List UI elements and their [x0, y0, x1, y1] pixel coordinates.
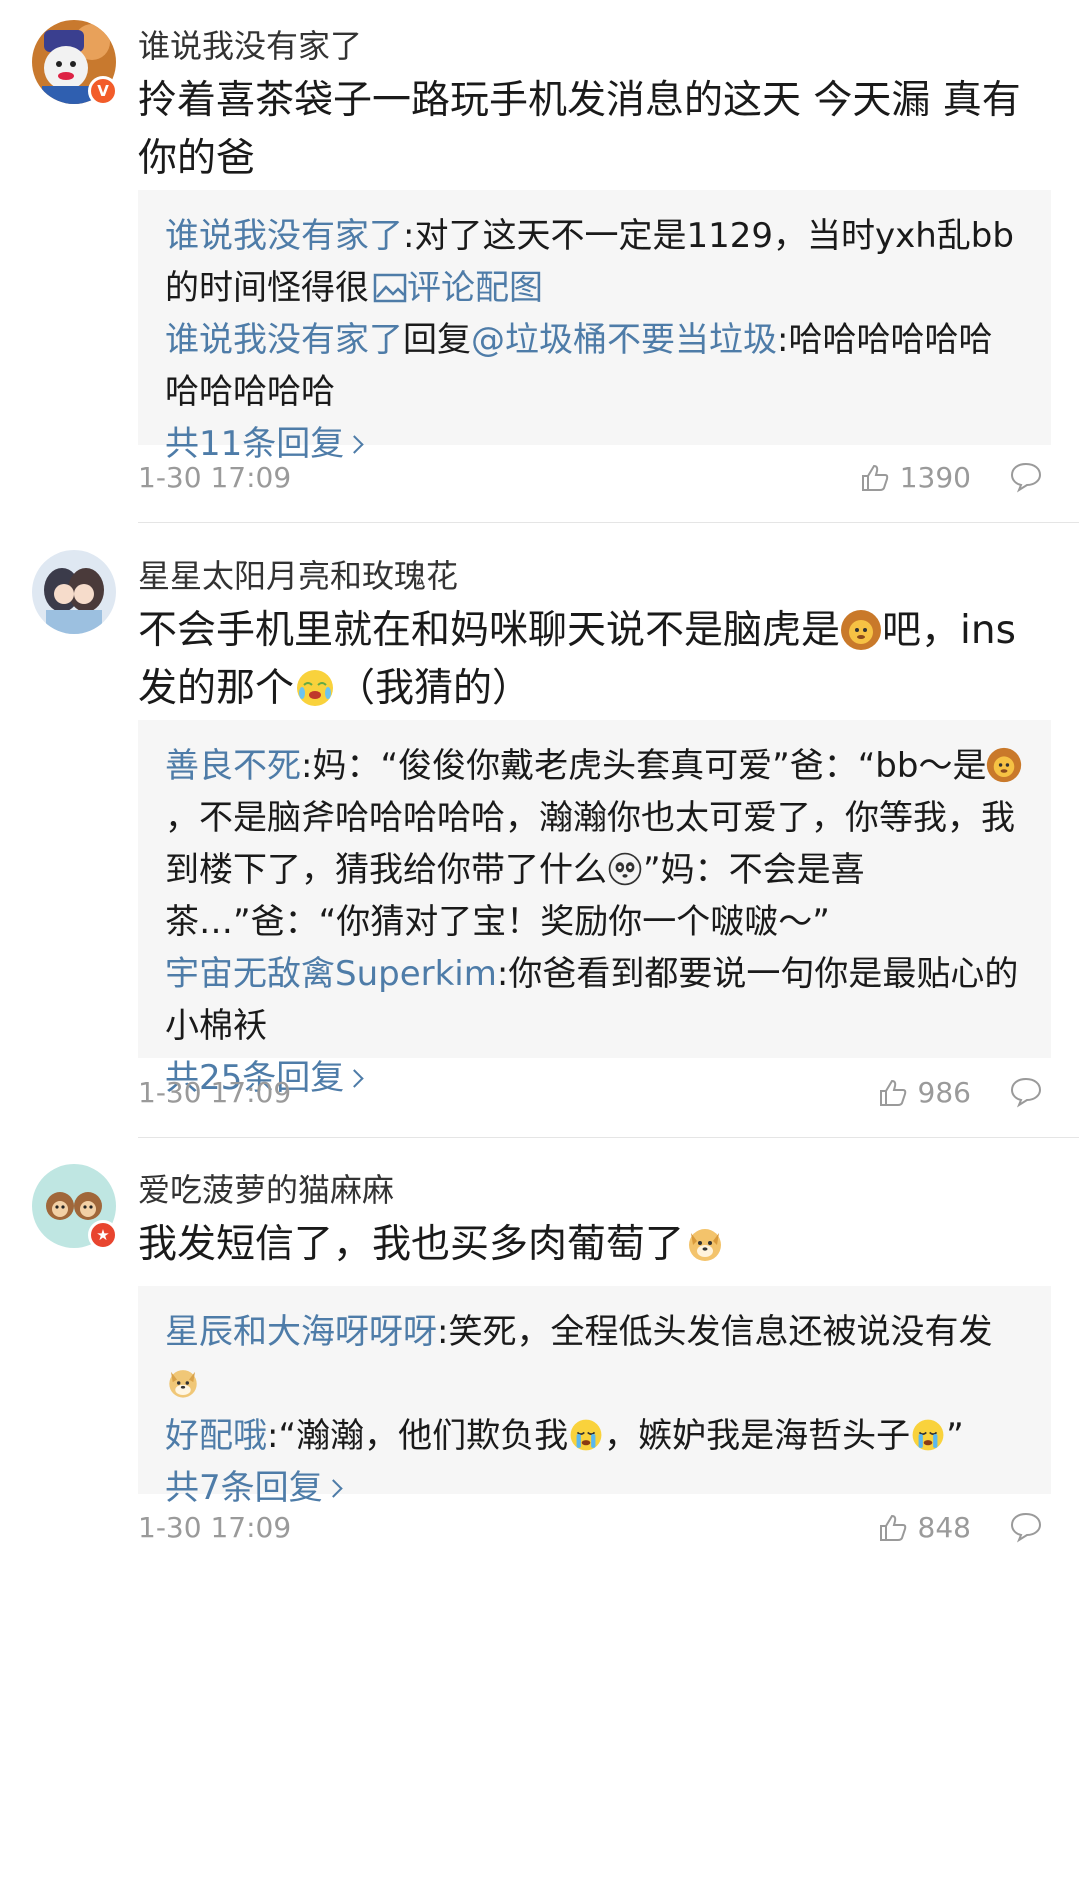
timestamp: 1-30 17:09	[138, 1076, 292, 1109]
like-button[interactable]: 986	[878, 1073, 971, 1113]
chevron-right-icon	[345, 434, 364, 454]
reply-author-link[interactable]: 谁说我没有家了	[165, 320, 403, 360]
image-icon	[373, 273, 407, 303]
reply-item: 好配哦:“瀚瀚，他们欺负我 ，嫉妒我是海哲头子”	[165, 1416, 964, 1456]
chevron-right-icon	[323, 1478, 343, 1498]
divider	[138, 1137, 1079, 1138]
avatar[interactable]: ★	[32, 1164, 118, 1250]
member-badge-icon: ★	[88, 1220, 118, 1250]
reply-box[interactable]: 善良不死:妈：“俊俊你戴老虎头套真可爱”爸：“bb～是，不是脑斧哈哈哈哈哈，瀚瀚…	[138, 720, 1051, 1098]
image-link[interactable]: 评论配图	[369, 268, 543, 308]
reply-item: 善良不死:妈：“俊俊你戴老虎头套真可爱”爸：“bb～是，不是脑斧哈哈哈哈哈，瀚瀚…	[165, 740, 1023, 948]
username[interactable]: 星星太阳月亮和玫瑰花	[138, 556, 458, 596]
avatar[interactable]: V	[32, 20, 118, 106]
comment-bubble-icon[interactable]	[1009, 1510, 1043, 1544]
comment-text: 我发短信了，我也买多肉葡萄了	[138, 1216, 1048, 1274]
like-count: 848	[917, 1511, 971, 1544]
crying-emoji-icon	[912, 1419, 944, 1451]
username[interactable]: 谁说我没有家了	[138, 26, 362, 66]
mention-link[interactable]: @垃圾桶不要当垃圾	[471, 320, 777, 360]
comment-bubble-icon[interactable]	[1009, 1075, 1043, 1109]
thumbs-up-icon	[879, 1514, 906, 1541]
reply-item: 星辰和大海呀呀呀:笑死，全程低头发信息还被说没有发	[165, 1306, 1023, 1410]
avatar[interactable]	[32, 550, 116, 634]
lion-emoji-icon	[987, 747, 1022, 783]
crying-laugh-emoji-icon	[297, 670, 334, 706]
panda-emoji-icon	[608, 852, 642, 886]
timestamp: 1-30 17:09	[138, 461, 292, 494]
like-button[interactable]: 848	[878, 1508, 971, 1548]
more-replies-link[interactable]: 共7条回复	[165, 1462, 343, 1514]
comment-meta: 1-30 17:09 986	[138, 1073, 1051, 1113]
comment-meta: 1-30 17:09 1390	[138, 458, 1051, 498]
reply-author-link[interactable]: 善良不死	[165, 746, 301, 786]
like-count: 986	[917, 1076, 971, 1109]
divider	[138, 522, 1079, 523]
reply-author-link[interactable]: 星辰和大海呀呀呀	[165, 1312, 437, 1352]
avatar-image	[32, 550, 116, 634]
lion-emoji-icon	[841, 610, 882, 650]
like-button[interactable]: 1390	[860, 458, 971, 498]
comment-meta: 1-30 17:09 848	[138, 1508, 1051, 1548]
doge-emoji-icon	[169, 1370, 197, 1398]
username[interactable]: 爱吃菠萝的猫麻麻	[138, 1170, 394, 1210]
reply-item: 谁说我没有家了:对了这天不一定是1129，当时yxh乱bb的时间怪得很 评论配图	[165, 216, 1014, 308]
comment-bubble-icon[interactable]	[1009, 460, 1043, 494]
reply-box[interactable]: 星辰和大海呀呀呀:笑死，全程低头发信息还被说没有发 好配哦:“瀚瀚，他们欺负我，…	[138, 1286, 1051, 1508]
verified-badge-icon: V	[88, 76, 118, 106]
crying-emoji-icon	[570, 1419, 602, 1451]
like-count: 1390	[899, 461, 971, 494]
reply-item: 谁说我没有家了回复@垃圾桶不要当垃圾:哈哈哈哈哈哈哈哈哈哈哈	[165, 320, 993, 412]
thumbs-up-icon	[879, 1079, 906, 1106]
reply-item: 宇宙无敌禽Superkim:你爸看到都要说一句你是最贴心的小棉袄	[165, 954, 1019, 1046]
comment-text: 不会手机里就在和妈咪聊天说不是脑虎是 吧，ins发的那个 （我猜的）	[138, 608, 1016, 711]
reply-author-link[interactable]: 好配哦	[165, 1416, 267, 1456]
timestamp: 1-30 17:09	[138, 1511, 292, 1544]
comment-text: 拎着喜茶袋子一路玩手机发消息的这天 今天漏 真有你的爸	[138, 78, 1021, 181]
reply-box[interactable]: 谁说我没有家了:对了这天不一定是1129，当时yxh乱bb的时间怪得很 评论配图 …	[138, 190, 1051, 464]
dog-emoji-icon	[689, 1229, 722, 1261]
reply-author-link[interactable]: 宇宙无敌禽Superkim	[165, 954, 497, 994]
reply-author-link[interactable]: 谁说我没有家了	[165, 216, 403, 256]
thumbs-up-icon	[861, 464, 888, 491]
